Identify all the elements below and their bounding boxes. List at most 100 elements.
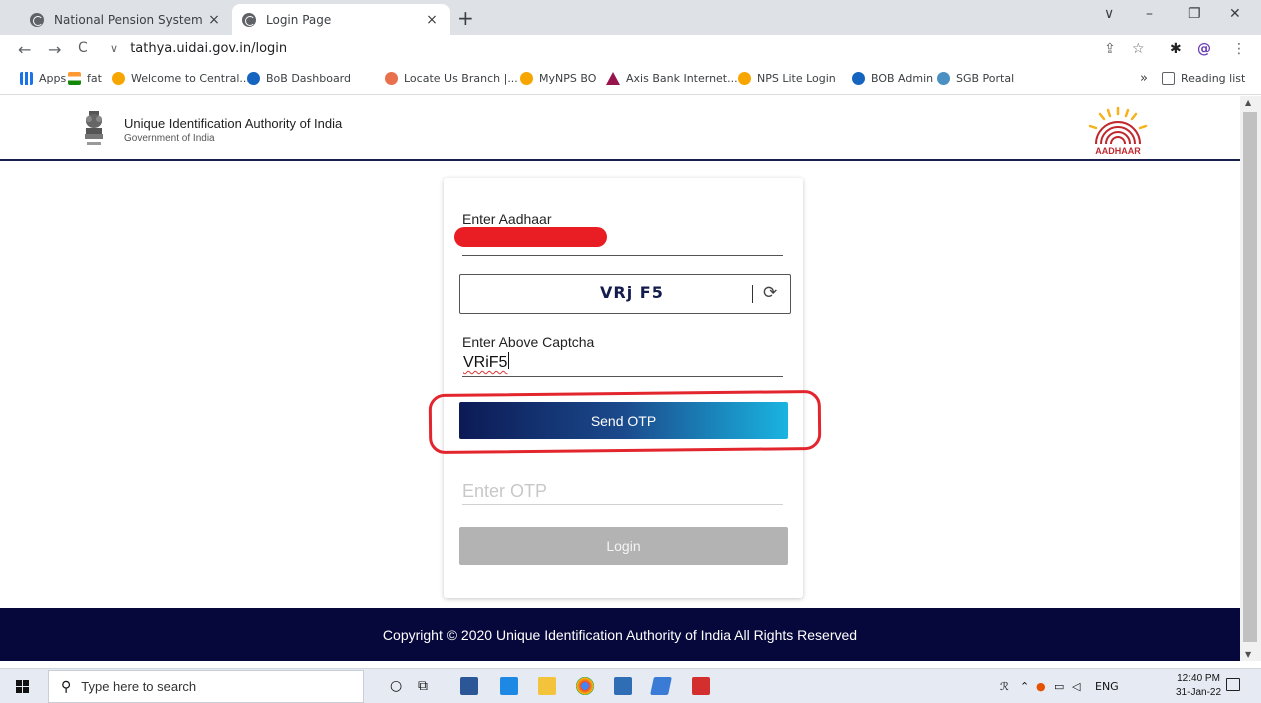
india-flag-icon: [68, 72, 81, 85]
captcha-input-value: VRiF5: [463, 354, 508, 371]
url-text: tathya.uidai.gov.in/login: [130, 41, 288, 56]
aadhaar-redaction: [454, 227, 607, 247]
locate-icon: [385, 72, 398, 85]
clock-date: 31-Jan-22: [1176, 687, 1222, 698]
restore-button[interactable]: ❐: [1188, 6, 1201, 22]
input-language[interactable]: ENG: [1095, 680, 1119, 693]
bob-icon: [247, 72, 260, 85]
globe-icon: [30, 12, 44, 27]
share-icon[interactable]: ⇪: [1104, 41, 1116, 57]
minimize-button[interactable]: –: [1146, 6, 1153, 22]
bob-icon: [852, 72, 865, 85]
site-info-icon[interactable]: ∨: [110, 42, 118, 55]
aadhaar-label: Enter Aadhaar: [462, 211, 552, 227]
scroll-up-arrow-icon[interactable]: ▲: [1245, 98, 1251, 107]
reload-button[interactable]: C: [78, 40, 88, 56]
network-icon[interactable]: ▭: [1054, 680, 1064, 693]
forward-button[interactable]: →: [48, 40, 61, 59]
bookmark-label: Apps: [39, 72, 67, 85]
task-view-icon[interactable]: ⧉: [418, 678, 428, 694]
show-hidden-icons-icon[interactable]: ⌃: [1020, 680, 1029, 693]
bookmark-sgb-portal[interactable]: SGB Portal: [937, 72, 1014, 85]
bookmarks-bar: Apps fat Welcome to Central... BoB Dashb…: [0, 65, 1261, 95]
windows-taskbar: ⚲ Type here to search ○ ⧉ ℛ ⌃ ● ▭ ◁ ENG …: [0, 668, 1261, 703]
axis-icon: [606, 72, 620, 85]
notification-center-icon[interactable]: [1226, 678, 1240, 691]
new-tab-button[interactable]: +: [457, 8, 474, 28]
people-icon[interactable]: ℛ: [1000, 680, 1009, 693]
address-bar[interactable]: ∨ tathya.uidai.gov.in/login: [110, 41, 287, 56]
reading-list-label: Reading list: [1181, 72, 1246, 85]
mail-icon[interactable]: [500, 677, 518, 695]
tab-search-icon[interactable]: ∨: [1104, 6, 1114, 22]
bookmark-axis-bank[interactable]: Axis Bank Internet...: [606, 72, 738, 85]
tab-close-icon[interactable]: ×: [206, 12, 222, 28]
bookmark-label: Locate Us Branch |...: [404, 72, 518, 85]
bookmark-locate-us[interactable]: Locate Us Branch |...: [385, 72, 518, 85]
browser-menu-icon[interactable]: ⋮: [1232, 41, 1246, 57]
taskbar-search-box[interactable]: ⚲ Type here to search: [48, 670, 364, 703]
bookmark-nps-lite[interactable]: NPS Lite Login: [738, 72, 836, 85]
reading-list-icon: [1162, 72, 1175, 85]
edge-icon[interactable]: [650, 677, 672, 695]
search-icon: ⚲: [61, 678, 72, 695]
bookmark-label: fat: [87, 72, 102, 85]
site-header: Unique Identification Authority of India…: [0, 96, 1240, 161]
login-button[interactable]: Login: [459, 527, 788, 565]
bookmark-label: SGB Portal: [956, 72, 1015, 85]
bookmark-star-icon[interactable]: ☆: [1132, 41, 1145, 57]
back-button[interactable]: ←: [18, 40, 31, 59]
browser-tab-strip: National Pension System × Login Page × +…: [0, 0, 1261, 35]
aadhaar-input[interactable]: [462, 255, 783, 256]
refresh-captcha-icon[interactable]: ⟳: [763, 283, 777, 303]
otp-input[interactable]: Enter OTP: [462, 481, 547, 502]
chrome-icon[interactable]: [576, 677, 594, 695]
clock-time: 12:40 PM: [1177, 673, 1220, 684]
cortana-icon[interactable]: ○: [390, 678, 402, 694]
captcha-input[interactable]: VRiF5: [463, 352, 510, 372]
publisher-icon[interactable]: [614, 677, 632, 695]
apps-grid-icon: [20, 72, 33, 85]
copyright-text: Copyright © 2020 Unique Identification A…: [382, 626, 858, 643]
extensions-icon[interactable]: ✱: [1170, 41, 1182, 57]
scrollbar-thumb[interactable]: [1243, 112, 1257, 642]
org-subtitle: Government of India: [124, 133, 215, 144]
bookmark-label: Welcome to Central...: [131, 72, 250, 85]
bookmark-mynps-bo[interactable]: MyNPS BO: [520, 72, 596, 85]
windows-start-icon[interactable]: [16, 680, 30, 694]
send-otp-highlight-annotation: [428, 389, 822, 455]
store-icon[interactable]: [460, 677, 478, 695]
text-caret: [508, 352, 510, 369]
volume-icon[interactable]: ◁: [1072, 680, 1080, 693]
tab-national-pension-system[interactable]: National Pension System ×: [20, 4, 232, 35]
acrobat-icon[interactable]: [692, 677, 710, 695]
captcha-image: VRj F5: [600, 283, 664, 302]
captcha-divider: [752, 285, 753, 303]
bookmark-label: NPS Lite Login: [757, 72, 836, 85]
sgb-icon: [937, 72, 950, 85]
more-bookmarks-button[interactable]: »: [1140, 71, 1148, 86]
profile-icon[interactable]: @: [1197, 41, 1211, 57]
org-name: Unique Identification Authority of India: [124, 116, 343, 131]
tray-app-icon[interactable]: ●: [1036, 680, 1046, 693]
otp-input-underline: [462, 504, 783, 505]
bookmark-bob-dashboard[interactable]: BoB Dashboard: [247, 72, 351, 85]
nps-icon: [738, 72, 751, 85]
reading-list-button[interactable]: Reading list: [1162, 72, 1245, 85]
tab-close-icon[interactable]: ×: [424, 12, 440, 28]
bookmark-bob-admin[interactable]: BOB Admin: [852, 72, 933, 85]
bookmark-apps[interactable]: Apps: [20, 72, 66, 85]
bookmark-label: MyNPS BO: [539, 72, 597, 85]
taskbar-clock[interactable]: 12:40 PM 31-Jan-22: [1176, 672, 1221, 700]
scroll-down-arrow-icon[interactable]: ▼: [1245, 650, 1251, 659]
page-bottom-gap: [0, 661, 1261, 668]
captcha-label: Enter Above Captcha: [462, 334, 595, 350]
tab-login-page[interactable]: Login Page ×: [232, 4, 450, 35]
bookmark-label: BOB Admin: [871, 72, 934, 85]
aadhaar-logo-text: AADHAAR: [1095, 146, 1141, 156]
site-footer: Copyright © 2020 Unique Identification A…: [0, 608, 1240, 661]
bookmark-welcome-central[interactable]: Welcome to Central...: [112, 72, 250, 85]
bookmark-fat[interactable]: fat: [68, 72, 102, 85]
close-window-button[interactable]: ✕: [1229, 6, 1241, 22]
file-explorer-icon[interactable]: [538, 677, 556, 695]
